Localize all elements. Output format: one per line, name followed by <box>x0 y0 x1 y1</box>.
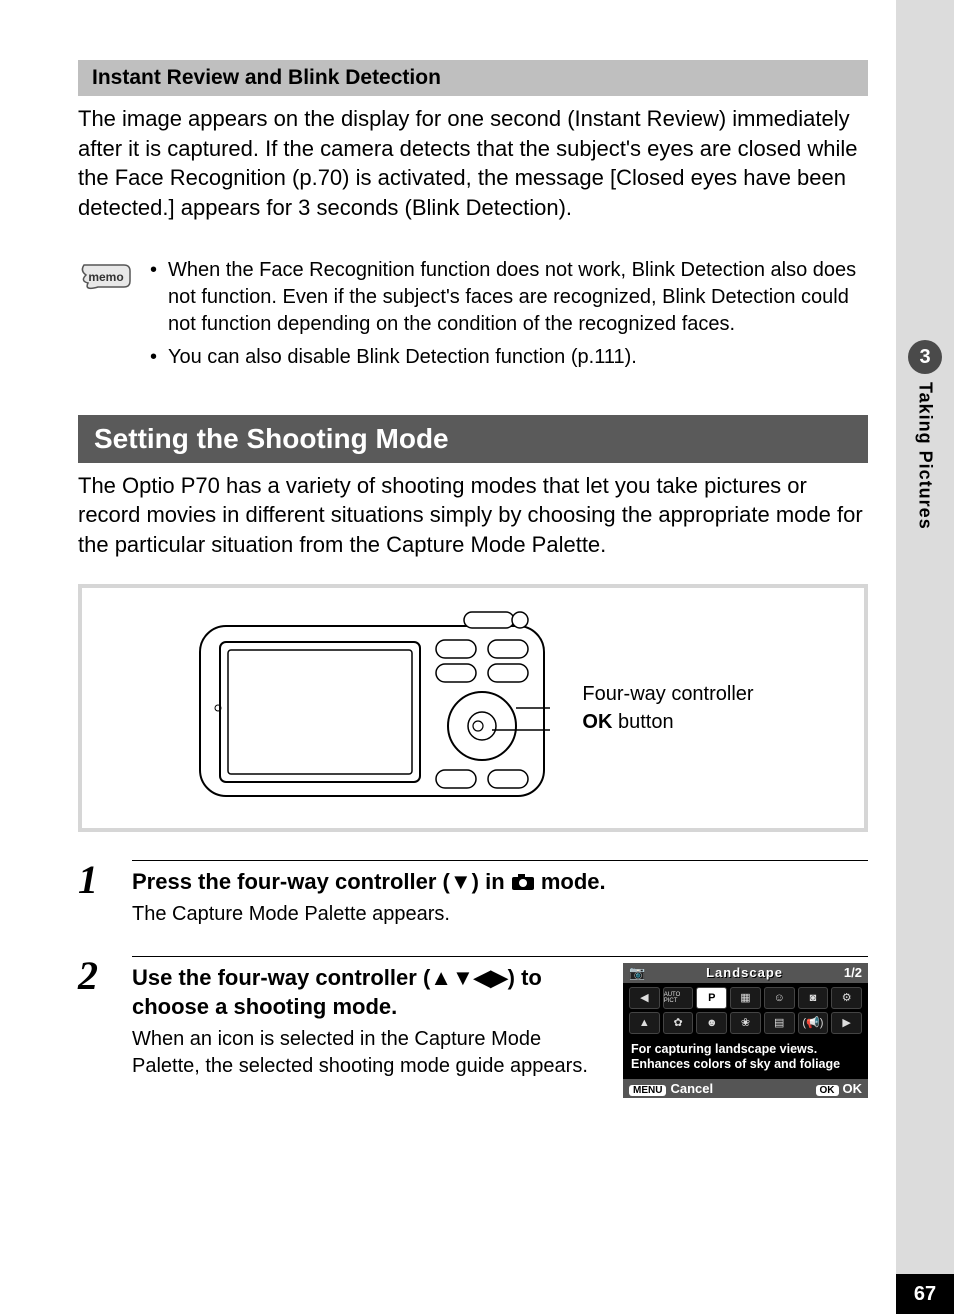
paragraph-shooting-mode: The Optio P70 has a variety of shooting … <box>78 471 868 560</box>
lcd-cancel: MENUCancel <box>629 1081 713 1096</box>
chapter-title-vertical: Taking Pictures <box>915 382 936 530</box>
mode-icon: ☻ <box>696 1012 727 1034</box>
step-1-title: Press the four-way controller (▼) in mod… <box>132 867 868 897</box>
mode-auto-pict: AUTO PICT <box>663 987 694 1009</box>
lcd-ok: OKOK <box>816 1081 863 1096</box>
lcd-footer: MENUCancel OKOK <box>623 1079 868 1098</box>
camera-back-illustration <box>192 608 552 808</box>
camera-mode-icon <box>511 873 535 891</box>
paragraph-instant-review: The image appears on the display for one… <box>78 104 868 223</box>
label-ok-button: OK button <box>582 708 753 736</box>
lcd-mode-title: Landscape <box>706 965 783 980</box>
step-number: 1 <box>78 860 114 928</box>
chapter-side-tab: 3 Taking Pictures <box>900 340 950 530</box>
camera-diagram-frame: Four-way controller OK button <box>78 584 868 832</box>
chapter-number-badge: 3 <box>908 340 942 374</box>
mode-icon: (📢) <box>798 1012 829 1034</box>
manual-page: 3 Taking Pictures 67 Instant Review and … <box>0 0 954 1314</box>
step-2-title: Use the four-way controller (▲▼◀▶) to ch… <box>132 963 601 1022</box>
memo-item: When the Face Recognition function does … <box>150 257 868 338</box>
mode-icon: ⚙ <box>831 987 862 1009</box>
right-rail <box>896 0 954 1314</box>
page-content: Instant Review and Blink Detection The i… <box>78 60 868 1098</box>
label-four-way-controller: Four-way controller <box>582 680 753 708</box>
mode-icon: ▦ <box>730 987 761 1009</box>
step-number: 2 <box>78 956 114 1098</box>
lcd-page-indicator: 1/2 <box>844 965 862 980</box>
memo-list: When the Face Recognition function does … <box>150 257 868 377</box>
nav-right-icon: ▶ <box>831 1012 862 1034</box>
memo-block: memo When the Face Recognition function … <box>78 257 868 377</box>
lcd-capture-mode-palette: 📷 Landscape 1/2 ◀ AUTO PICT P ▦ ☺ ◙ ⚙ <box>623 963 868 1098</box>
mode-program: P <box>696 987 727 1009</box>
mode-icon: ☺ <box>764 987 795 1009</box>
subheading-instant-review: Instant Review and Blink Detection <box>78 60 868 96</box>
nav-left-icon: ◀ <box>629 987 660 1009</box>
diagram-labels: Four-way controller OK button <box>582 680 753 736</box>
mode-icon: ◙ <box>798 987 829 1009</box>
mode-icon: ▤ <box>764 1012 795 1034</box>
section-heading-shooting-mode: Setting the Shooting Mode <box>78 415 868 463</box>
memo-icon: memo <box>78 257 134 377</box>
page-number: 67 <box>896 1274 954 1314</box>
camera-status-icon: 📷 <box>629 965 645 981</box>
mode-icon: ✿ <box>663 1012 694 1034</box>
step-2-desc: When an icon is selected in the Capture … <box>132 1026 601 1080</box>
mode-icon: ❀ <box>730 1012 761 1034</box>
lcd-mode-description: For capturing landscape views. Enhances … <box>623 1038 868 1079</box>
memo-item: You can also disable Blink Detection fun… <box>150 344 868 371</box>
step-1-desc: The Capture Mode Palette appears. <box>132 901 868 928</box>
svg-text:memo: memo <box>88 270 123 284</box>
step-1: 1 Press the four-way controller (▼) in m… <box>78 860 868 928</box>
lcd-header: 📷 Landscape 1/2 <box>623 963 868 983</box>
lcd-mode-grid: ◀ AUTO PICT P ▦ ☺ ◙ ⚙ ▲ ✿ ☻ ❀ ▤ <box>623 983 868 1038</box>
mode-landscape: ▲ <box>629 1012 660 1034</box>
step-2: 2 Use the four-way controller (▲▼◀▶) to … <box>78 956 868 1098</box>
